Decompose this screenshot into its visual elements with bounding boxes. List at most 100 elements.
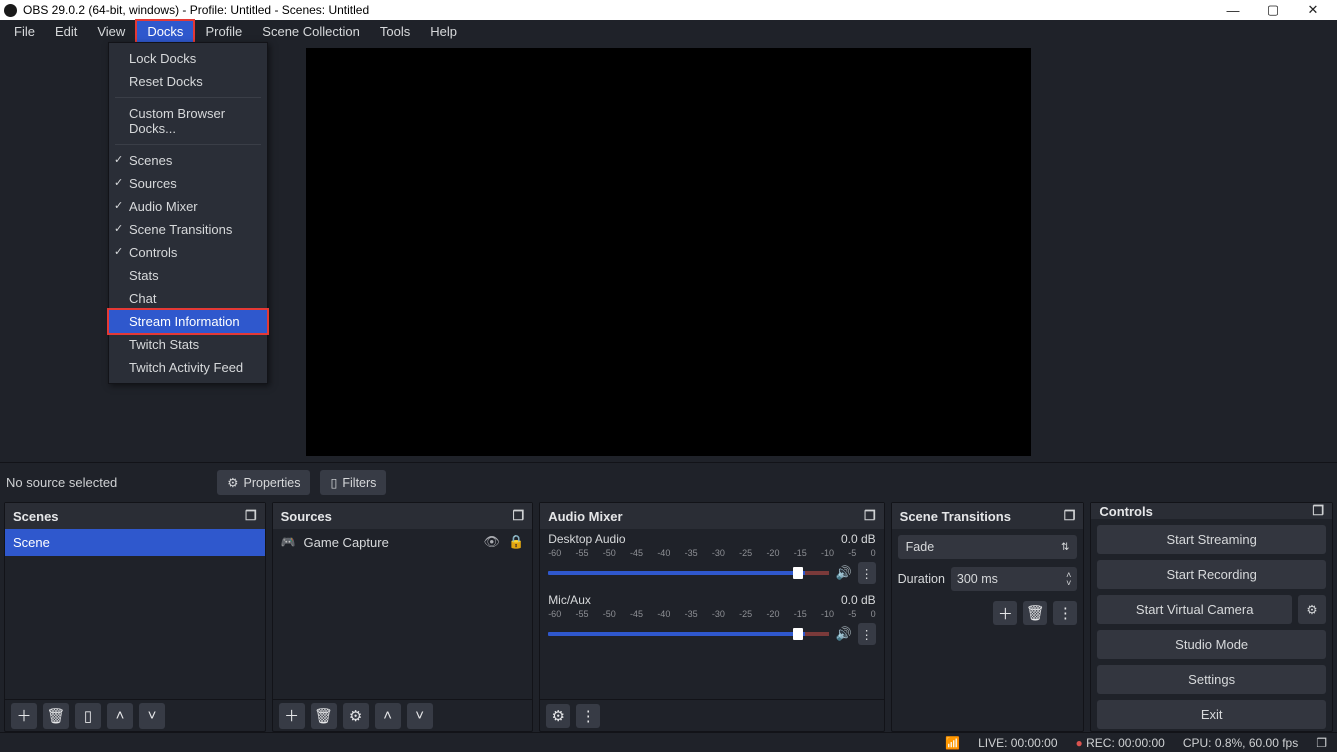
move-down-button[interactable]: ˅ xyxy=(407,703,433,729)
docks-stream-information[interactable]: Stream Information xyxy=(109,310,267,333)
source-label: Game Capture xyxy=(304,535,389,550)
sources-dock: Sources ❐ 🎮 Game Capture 👁 🔒 ＋ 🗑 ⚙ ˄ ˅ xyxy=(272,502,534,732)
menu-help[interactable]: Help xyxy=(420,21,467,42)
docks-scenes[interactable]: Scenes xyxy=(109,149,267,172)
menu-view[interactable]: View xyxy=(87,21,135,42)
menu-scene-collection[interactable]: Scene Collection xyxy=(252,21,370,42)
remove-transition-button[interactable]: 🗑 xyxy=(1023,601,1047,625)
docks-scene-transitions[interactable]: Scene Transitions xyxy=(109,218,267,241)
scenes-title: Scenes xyxy=(13,509,59,524)
start-recording-button[interactable]: Start Recording xyxy=(1097,560,1326,589)
filters-button[interactable]: ▯ Filters xyxy=(320,470,386,495)
track-options-button[interactable]: ⋮ xyxy=(858,623,876,645)
docks-audio-mixer[interactable]: Audio Mixer xyxy=(109,195,267,218)
remove-source-button[interactable]: 🗑 xyxy=(311,703,337,729)
status-bar: 📶 LIVE: 00:00:00 ● REC: 00:00:00 CPU: 0.… xyxy=(0,732,1337,752)
advanced-audio-button[interactable]: ⚙ xyxy=(546,704,570,728)
maximize-button[interactable]: ▢ xyxy=(1253,2,1293,18)
mixer-scale: -60-55-50-45-40-35-30-25-20-15-10-50 xyxy=(548,546,875,558)
start-virtual-camera-button[interactable]: Start Virtual Camera xyxy=(1097,595,1292,624)
docks-chat[interactable]: Chat xyxy=(109,287,267,310)
tick: 0 xyxy=(871,609,876,619)
controls-body: Start Streaming Start Recording Start Vi… xyxy=(1091,519,1332,735)
transition-selected: Fade xyxy=(906,540,935,554)
docks-lock[interactable]: Lock Docks xyxy=(109,47,267,70)
track-name: Desktop Audio xyxy=(548,532,625,546)
controls-dock: Controls ❐ Start Streaming Start Recordi… xyxy=(1090,502,1333,732)
sources-list: 🎮 Game Capture 👁 🔒 xyxy=(273,529,533,699)
docks-stats[interactable]: Stats xyxy=(109,264,267,287)
exit-button[interactable]: Exit xyxy=(1097,700,1326,729)
track-options-button[interactable]: ⋮ xyxy=(858,562,876,584)
menu-docks[interactable]: Docks xyxy=(135,19,195,44)
duration-label: Duration xyxy=(898,572,945,586)
move-up-button[interactable]: ˄ xyxy=(107,703,133,729)
no-source-label: No source selected xyxy=(6,475,117,490)
menu-profile[interactable]: Profile xyxy=(195,21,252,42)
settings-button[interactable]: Settings xyxy=(1097,665,1326,694)
popout-icon[interactable]: ❐ xyxy=(864,508,876,524)
scenes-footer: ＋ 🗑 ▯ ˄ ˅ xyxy=(5,699,265,731)
docks-controls[interactable]: Controls xyxy=(109,241,267,264)
source-item[interactable]: 🎮 Game Capture 👁 🔒 xyxy=(273,529,533,555)
add-scene-button[interactable]: ＋ xyxy=(11,703,37,729)
tick: -25 xyxy=(739,548,752,558)
start-streaming-button[interactable]: Start Streaming xyxy=(1097,525,1326,554)
menu-tools[interactable]: Tools xyxy=(370,21,420,42)
window-title: OBS 29.0.2 (64-bit, windows) - Profile: … xyxy=(23,3,369,17)
mixer-options-button[interactable]: ⋮ xyxy=(576,704,600,728)
docks-twitch-activity[interactable]: Twitch Activity Feed xyxy=(109,356,267,379)
mixer-body: Desktop Audio 0.0 dB -60-55-50-45-40-35-… xyxy=(540,529,883,699)
docks-reset[interactable]: Reset Docks xyxy=(109,70,267,93)
scene-filter-button[interactable]: ▯ xyxy=(75,703,101,729)
minimize-button[interactable]: — xyxy=(1213,3,1253,18)
menu-file[interactable]: File xyxy=(4,21,45,42)
docks-custom-browser[interactable]: Custom Browser Docks... xyxy=(109,102,267,140)
transition-options-button[interactable]: ⋮ xyxy=(1053,601,1077,625)
scene-item[interactable]: Scene xyxy=(5,529,265,556)
properties-label: Properties xyxy=(244,476,301,490)
docks-sources[interactable]: Sources xyxy=(109,172,267,195)
sources-header: Sources ❐ xyxy=(273,503,533,529)
close-button[interactable]: ✕ xyxy=(1293,2,1333,18)
mute-icon[interactable]: 🔊 xyxy=(835,565,851,581)
menu-edit[interactable]: Edit xyxy=(45,21,87,42)
tick: -15 xyxy=(794,548,807,558)
vcam-settings-button[interactable]: ⚙ xyxy=(1298,595,1326,624)
preview-canvas[interactable] xyxy=(306,48,1031,456)
docks-twitch-stats[interactable]: Twitch Stats xyxy=(109,333,267,356)
tick: -60 xyxy=(548,548,561,558)
spinner-icon[interactable]: ˄˅ xyxy=(1066,571,1071,587)
mute-icon[interactable]: 🔊 xyxy=(835,626,851,642)
tick: -25 xyxy=(739,609,752,619)
popout-icon[interactable]: ❐ xyxy=(513,508,525,524)
network-icon: 📶 xyxy=(945,736,960,750)
lock-icon[interactable]: 🔒 xyxy=(508,534,524,550)
popout-icon[interactable]: ❐ xyxy=(1064,508,1076,524)
studio-mode-button[interactable]: Studio Mode xyxy=(1097,630,1326,659)
volume-slider[interactable] xyxy=(548,571,829,575)
docks-row: Scenes ❐ Scene ＋ 🗑 ▯ ˄ ˅ Sources ❐ 🎮 Gam… xyxy=(0,502,1337,732)
tick: -55 xyxy=(575,548,588,558)
window-title-bar: OBS 29.0.2 (64-bit, windows) - Profile: … xyxy=(0,0,1337,20)
slider-handle[interactable] xyxy=(793,567,803,579)
visibility-icon[interactable]: 👁 xyxy=(483,534,500,550)
remove-scene-button[interactable]: 🗑 xyxy=(43,703,69,729)
add-source-button[interactable]: ＋ xyxy=(279,703,305,729)
popout-icon[interactable]: ❐ xyxy=(1312,503,1324,519)
transitions-header: Scene Transitions ❐ xyxy=(892,503,1084,529)
dock-icon[interactable]: ❐ xyxy=(1316,736,1327,750)
popout-icon[interactable]: ❐ xyxy=(245,508,257,524)
move-down-button[interactable]: ˅ xyxy=(139,703,165,729)
track-level: 0.0 dB xyxy=(841,593,876,607)
slider-handle[interactable] xyxy=(793,628,803,640)
volume-slider[interactable] xyxy=(548,632,829,636)
properties-button[interactable]: ⚙ Properties xyxy=(217,470,310,495)
duration-input[interactable]: 300 ms ˄˅ xyxy=(951,567,1077,591)
source-properties-button[interactable]: ⚙ xyxy=(343,703,369,729)
controls-title: Controls xyxy=(1099,504,1152,519)
move-up-button[interactable]: ˄ xyxy=(375,703,401,729)
filters-icon: ▯ xyxy=(330,475,337,490)
add-transition-button[interactable]: ＋ xyxy=(993,601,1017,625)
transition-select[interactable]: Fade ⇅ xyxy=(898,535,1078,559)
